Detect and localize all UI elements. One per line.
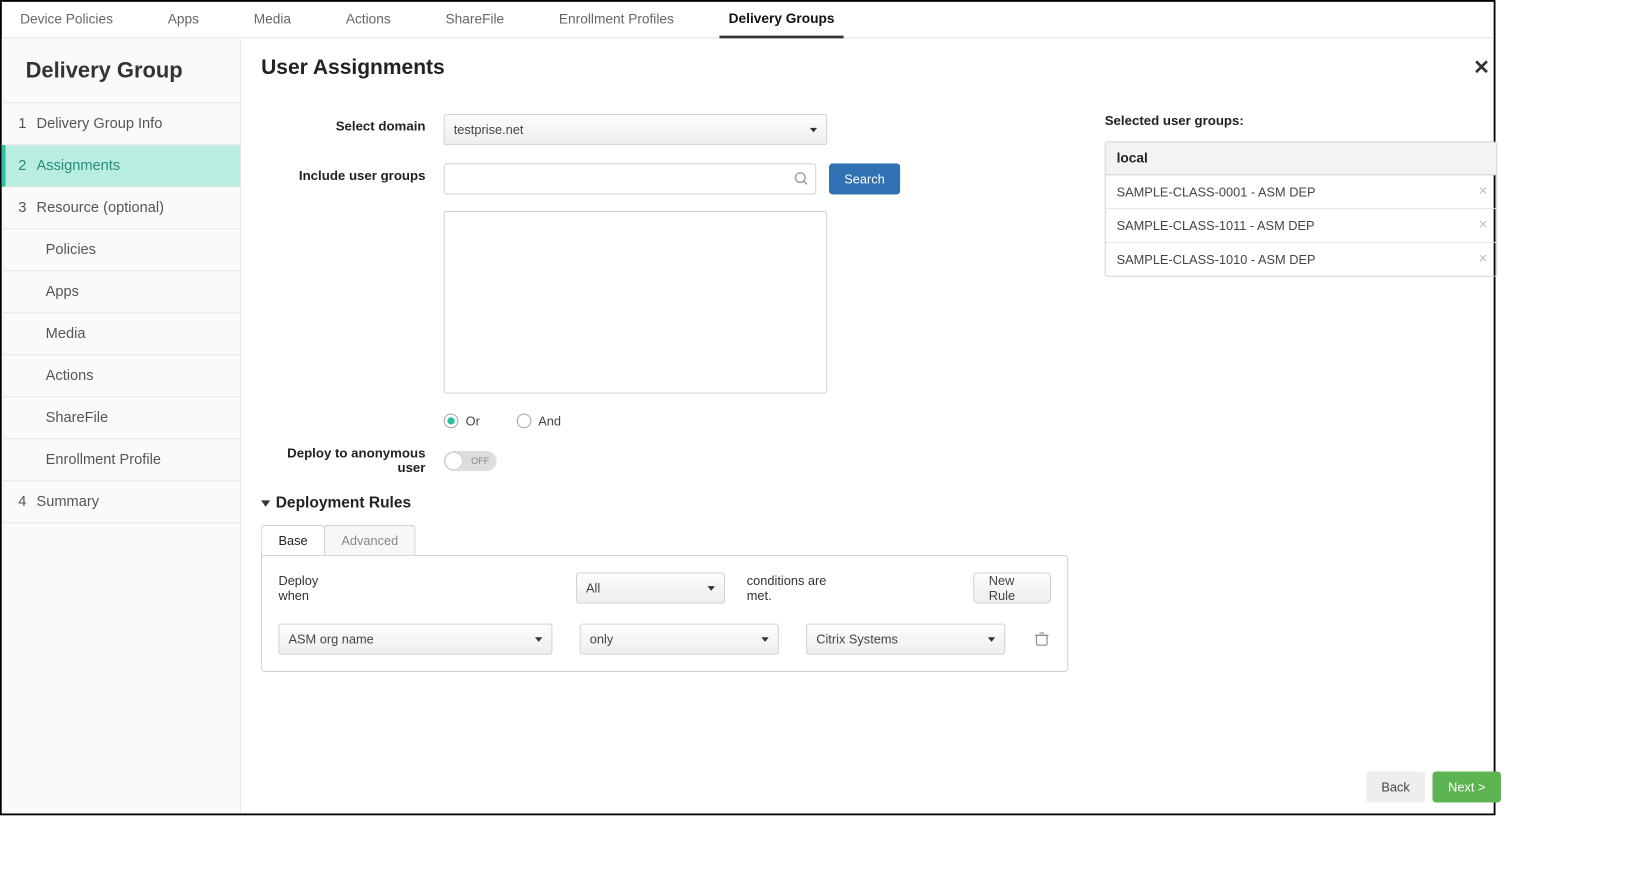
sidebar-item-policies[interactable]: Policies	[2, 229, 240, 271]
search-button[interactable]: Search	[829, 163, 901, 194]
rule-value-value: Citrix Systems	[816, 632, 898, 647]
radio-icon	[444, 414, 459, 429]
selected-group-item: SAMPLE-CLASS-0001 - ASM DEP ×	[1106, 175, 1497, 209]
sidebar-item-resource[interactable]: 3 Resource (optional)	[2, 187, 240, 229]
search-results-box	[444, 211, 827, 394]
include-user-groups-label: Include user groups	[261, 163, 444, 183]
conditions-met-label: conditions are met.	[747, 573, 838, 602]
sidebar-item-summary[interactable]: 4 Summary	[2, 481, 240, 523]
sidebar-item-label: Delivery Group Info	[37, 115, 163, 131]
sidebar-item-media[interactable]: Media	[2, 313, 240, 355]
deploy-anon-label: Deploy to anonymous user	[261, 446, 444, 475]
chevron-down-icon	[535, 637, 542, 642]
sidebar-item-sharefile[interactable]: ShareFile	[2, 397, 240, 439]
deploy-when-value: All	[586, 581, 600, 596]
rule-op-dropdown[interactable]: only	[580, 624, 779, 655]
search-icon	[793, 171, 809, 187]
sidebar-item-label: Assignments	[37, 157, 121, 173]
close-icon[interactable]: ✕	[1466, 55, 1497, 79]
sidebar-item-label: Summary	[37, 493, 99, 509]
sidebar-title: Delivery Group	[2, 38, 240, 103]
chevron-down-icon	[708, 586, 715, 591]
rule-field-value: ASM org name	[289, 632, 374, 647]
chevron-down-icon	[761, 637, 768, 642]
deploy-when-label: Deploy when	[278, 573, 340, 602]
selected-group-item: SAMPLE-CLASS-1011 - ASM DEP ×	[1106, 209, 1497, 243]
deployment-rules-header[interactable]: Deployment Rules	[261, 494, 1068, 512]
group-item-label: SAMPLE-CLASS-0001 - ASM DEP	[1117, 184, 1316, 199]
radio-or[interactable]: Or	[444, 414, 480, 429]
radio-and[interactable]: And	[516, 414, 561, 429]
page-title: User Assignments	[261, 55, 445, 80]
select-domain-value: testprise.net	[454, 122, 524, 137]
chevron-down-icon	[988, 637, 995, 642]
step-number: 4	[18, 493, 36, 509]
deploy-when-dropdown[interactable]: All	[576, 572, 725, 603]
chevron-down-icon	[261, 500, 270, 506]
tab-actions[interactable]: Actions	[337, 2, 400, 38]
remove-group-icon[interactable]: ×	[1479, 184, 1488, 200]
select-domain-label: Select domain	[261, 114, 444, 134]
back-button[interactable]: Back	[1366, 771, 1425, 802]
tab-apps[interactable]: Apps	[159, 2, 208, 38]
radio-and-label: And	[538, 414, 561, 429]
main-panel: User Assignments ✕ Select domain testpri…	[241, 38, 1517, 813]
select-domain-dropdown[interactable]: testprise.net	[444, 114, 827, 145]
toggle-text: OFF	[471, 456, 489, 466]
tab-enrollment-profiles[interactable]: Enrollment Profiles	[550, 2, 683, 38]
rule-value-dropdown[interactable]: Citrix Systems	[806, 624, 1005, 655]
step-number: 1	[18, 115, 36, 131]
rule-field-dropdown[interactable]: ASM org name	[278, 624, 552, 655]
top-tab-bar: Device Policies Apps Media Actions Share…	[2, 2, 1494, 39]
delete-rule-icon[interactable]	[1033, 630, 1051, 648]
subtab-advanced[interactable]: Advanced	[324, 525, 416, 555]
next-button[interactable]: Next >	[1433, 771, 1501, 802]
group-item-label: SAMPLE-CLASS-1010 - ASM DEP	[1117, 252, 1316, 267]
remove-group-icon[interactable]: ×	[1479, 251, 1488, 267]
new-rule-button[interactable]: New Rule	[973, 572, 1051, 603]
tab-sharefile[interactable]: ShareFile	[436, 2, 513, 38]
radio-or-label: Or	[466, 414, 480, 429]
step-number: 2	[18, 157, 36, 173]
radio-icon	[516, 414, 531, 429]
sidebar-item-apps[interactable]: Apps	[2, 271, 240, 313]
sidebar-item-delivery-group-info[interactable]: 1 Delivery Group Info	[2, 103, 240, 145]
tab-device-policies[interactable]: Device Policies	[11, 2, 122, 38]
remove-group-icon[interactable]: ×	[1479, 217, 1488, 233]
rules-panel: Deploy when All conditions are met. New …	[261, 555, 1068, 672]
sidebar-item-label: Resource (optional)	[37, 199, 164, 215]
deployment-rules-title: Deployment Rules	[276, 494, 411, 512]
sidebar-item-actions[interactable]: Actions	[2, 355, 240, 397]
rule-op-value: only	[590, 632, 613, 647]
sidebar-item-assignments[interactable]: 2 Assignments	[2, 145, 240, 187]
tab-delivery-groups[interactable]: Delivery Groups	[720, 2, 844, 38]
selected-groups-title: Selected user groups:	[1105, 114, 1498, 129]
selected-group-header: local	[1106, 142, 1497, 175]
tab-media[interactable]: Media	[245, 2, 301, 38]
sidebar-item-enrollment-profile[interactable]: Enrollment Profile	[2, 439, 240, 481]
wizard-sidebar: Delivery Group 1 Delivery Group Info 2 A…	[2, 38, 241, 813]
wizard-footer: Back Next >	[1366, 771, 1501, 802]
group-item-label: SAMPLE-CLASS-1011 - ASM DEP	[1117, 218, 1315, 233]
deploy-anon-toggle[interactable]: OFF	[444, 451, 497, 471]
step-number: 3	[18, 199, 36, 215]
subtab-base[interactable]: Base	[261, 525, 325, 555]
chevron-down-icon	[810, 127, 817, 132]
user-group-search-input[interactable]	[454, 171, 793, 187]
selected-group-item: SAMPLE-CLASS-1010 - ASM DEP ×	[1106, 243, 1497, 276]
user-group-search-box[interactable]	[444, 163, 816, 194]
selected-groups-list: local SAMPLE-CLASS-0001 - ASM DEP × SAMP…	[1105, 142, 1498, 277]
